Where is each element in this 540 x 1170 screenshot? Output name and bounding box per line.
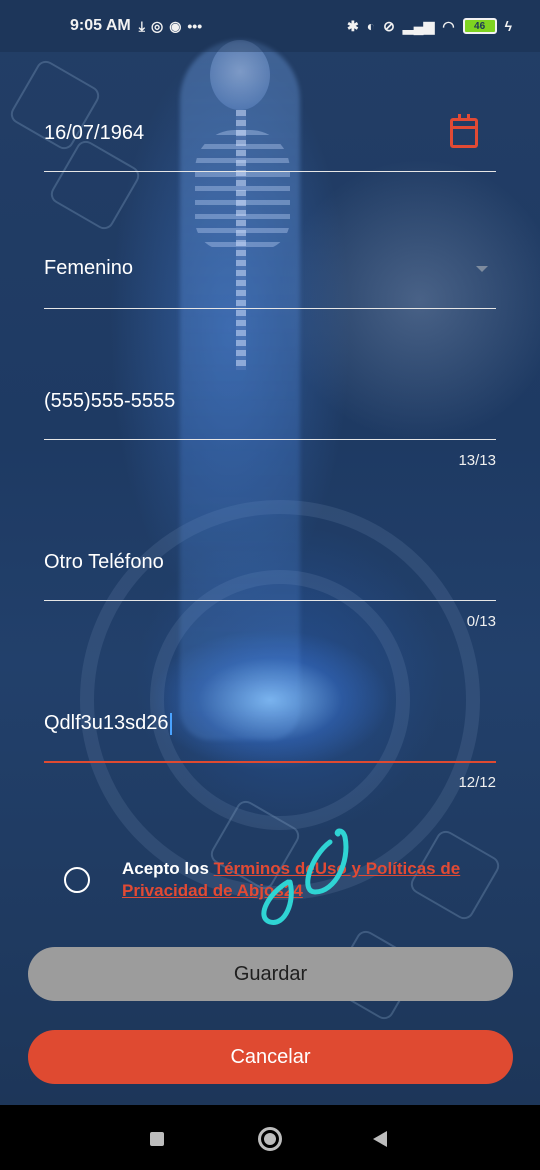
field-underline-focused [44, 761, 496, 763]
phone-counter: 13/13 [458, 452, 496, 469]
battery-icon: 46 [462, 18, 497, 34]
bluetooth-icon: ✱ [346, 17, 359, 34]
gender-select[interactable]: Femenino [44, 253, 496, 309]
terms-prefix: Acepto los [122, 859, 214, 878]
cancel-button[interactable]: Cancelar [28, 1030, 513, 1084]
other-phone-counter: 0/13 [466, 613, 496, 630]
calendar-icon[interactable] [450, 114, 478, 148]
text-caret [169, 712, 172, 735]
signal-icon: ▂▄▆ [402, 17, 435, 34]
birth-date-value: 16/07/1964 [44, 122, 145, 144]
field-underline [44, 308, 496, 309]
mute-icon: ⊘ [383, 17, 395, 34]
back-icon[interactable] [373, 1131, 387, 1147]
other-phone-field[interactable]: Otro Teléfono 0/13 [44, 547, 496, 630]
field-underline [44, 171, 496, 172]
password-field[interactable]: Qdlf3u13sd26 12/12 [44, 708, 496, 791]
field-underline [44, 600, 496, 601]
phone-field[interactable]: (555)555-5555 13/13 [44, 386, 496, 469]
terms-radio[interactable] [64, 867, 90, 893]
phone-value: (555)555-5555 [44, 390, 176, 412]
field-underline [44, 439, 496, 440]
other-phone-placeholder: Otro Teléfono [44, 551, 164, 573]
download-icon: ⤓ [138, 17, 145, 34]
password-value-wrapper: Qdlf3u13sd26 [44, 708, 496, 738]
charging-icon: ϟ [504, 18, 512, 34]
app-icon: ◉ [169, 17, 182, 34]
recent-apps-icon[interactable] [150, 1132, 164, 1146]
birth-date-field[interactable]: 16/07/1964 [44, 118, 496, 172]
battery-level: 46 [474, 20, 486, 32]
status-bar: 9:05 AM ⤓ ◎ ◉ ••• ✱ ◐ ⊘ ▂▄▆ ◠ 46 ϟ [0, 0, 540, 52]
whatsapp-icon: ◎ [150, 17, 164, 34]
navigation-bar [0, 1105, 540, 1170]
hexagon-decoration [47, 137, 143, 233]
more-dots-icon: ••• [187, 17, 203, 34]
status-time: 9:05 AM [70, 17, 131, 34]
gender-value: Femenino [44, 257, 133, 279]
home-icon[interactable] [258, 1127, 282, 1151]
toggle-icon: ◐ [366, 18, 376, 34]
save-button[interactable]: Guardar [28, 947, 513, 1001]
password-value: Qdlf3u13sd26 [44, 712, 169, 734]
chevron-down-icon[interactable] [476, 266, 488, 272]
scribble-annotation [261, 828, 349, 925]
anatomy-spine [236, 110, 246, 370]
wifi-icon: ◠ [442, 17, 455, 34]
password-counter: 12/12 [458, 774, 496, 791]
